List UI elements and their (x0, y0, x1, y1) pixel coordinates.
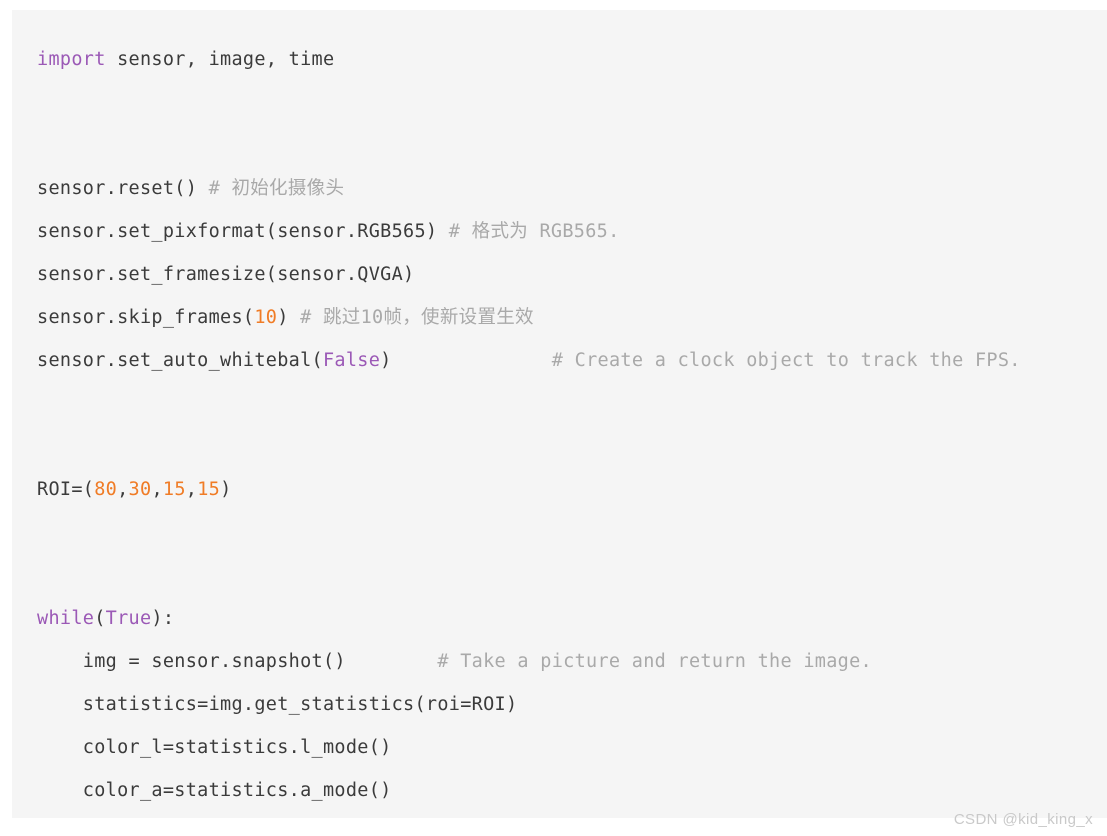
csdn-watermark: CSDN @kid_king_x (953, 811, 1093, 828)
code-token-plain: color_a=statistics.a_mode() (37, 780, 392, 801)
code-token-kw: True (105, 608, 152, 629)
code-token-plain: sensor.set_auto_whitebal( (37, 350, 323, 371)
code-token-kw: False (322, 350, 381, 371)
code-line: sensor.set_pixformat(sensor.RGB565) # 格式… (12, 210, 1107, 253)
code-token-com: # 格式为 RGB565. (448, 221, 620, 242)
code-line: import sensor, image, time (12, 38, 1107, 81)
code-line: color_l=statistics.l_mode() (12, 726, 1107, 769)
code-token-com: # 初始化摄像头 (208, 178, 345, 199)
code-token-com: # Create a clock object to track the FPS… (551, 350, 1021, 371)
code-token-plain: sensor.set_pixformat(sensor.RGB565) (37, 221, 449, 242)
code-line: color_a=statistics.a_mode() (12, 769, 1107, 812)
code-token-plain: ): (151, 608, 175, 629)
code-line: sensor.set_auto_whitebal(False) # Create… (12, 339, 1107, 382)
code-token-com: # 跳过10帧，使新设置生效 (300, 307, 534, 328)
code-token-plain: sensor.reset() (37, 178, 209, 199)
code-token-plain: ( (94, 608, 106, 629)
code-token-plain: sensor, image, time (105, 49, 335, 70)
code-token-plain: img = sensor.snapshot() (37, 651, 346, 672)
code-lines-container: import sensor, image, time sensor.reset(… (12, 38, 1107, 818)
code-token-plain: , (117, 479, 129, 500)
code-line: sensor.skip_frames(10) # 跳过10帧，使新设置生效 (12, 296, 1107, 339)
code-token-plain: sensor.skip_frames( (37, 307, 255, 328)
code-token-kw: import (37, 49, 106, 70)
code-token-num: 80 (94, 479, 118, 500)
code-token-num: 30 (128, 479, 152, 500)
code-block[interactable]: import sensor, image, time sensor.reset(… (12, 10, 1107, 818)
code-token-num: 15 (197, 479, 221, 500)
code-line: img = sensor.snapshot() # Take a picture… (12, 640, 1107, 683)
code-token-com: # Take a picture and return the image. (437, 651, 872, 672)
code-token-plain: ) (380, 350, 392, 371)
code-line: sensor.set_framesize(sensor.QVGA) (12, 253, 1107, 296)
code-token-plain: , (151, 479, 163, 500)
code-line: statistics=img.get_statistics(roi=ROI) (12, 683, 1107, 726)
code-token-kw: while (37, 608, 95, 629)
code-line: sensor.reset() # 初始化摄像头 (12, 167, 1107, 210)
code-token-num: 15 (162, 479, 186, 500)
code-token-plain: color_l=statistics.l_mode() (37, 737, 392, 758)
code-line: color_b=statistics.b_mode() (12, 812, 1107, 818)
code-line: while(True): (12, 597, 1107, 640)
code-token-plain: ROI=( (37, 479, 95, 500)
code-token-plain: ) (277, 307, 301, 328)
code-token-num: 10 (254, 307, 278, 328)
code-token-plain: statistics=img.get_statistics(roi=ROI) (37, 694, 518, 715)
code-token-plain: ) (220, 479, 232, 500)
code-token-plain: sensor.set_framesize(sensor.QVGA) (37, 264, 415, 285)
code-token-plain: , (185, 479, 198, 500)
code-line: ROI=(80,30,15,15) (12, 468, 1107, 511)
